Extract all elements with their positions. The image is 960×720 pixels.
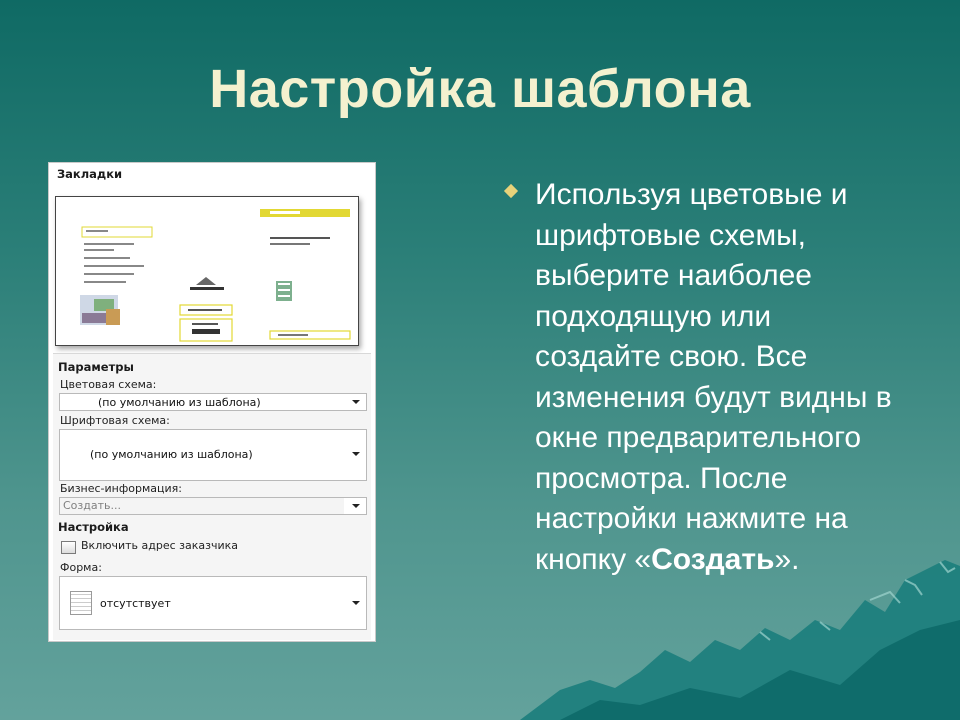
business-info-dropdown[interactable]: Создать... — [59, 497, 367, 515]
slide-title: Настройка шаблона — [209, 59, 751, 119]
chevron-down-icon — [352, 504, 360, 508]
bullet-text-before: Используя цветовые и шрифтовые схемы, вы… — [535, 178, 892, 576]
business-info-label: Бизнес-информация: — [60, 482, 182, 495]
chevron-down-icon — [352, 601, 360, 605]
preview-graphic — [80, 209, 351, 342]
bullet-bold-word: Создать — [651, 542, 775, 576]
form-label: Форма: — [60, 561, 102, 574]
font-scheme-label: Шрифтовая схема: — [60, 414, 170, 427]
include-address-checkbox[interactable] — [61, 541, 76, 554]
template-preview[interactable] — [55, 196, 359, 346]
form-dropdown[interactable]: отсутствует — [59, 576, 367, 630]
color-scheme-value: (по умолчанию из шаблона) — [98, 396, 261, 409]
color-scheme-label: Цветовая схема: — [60, 378, 157, 391]
params-heading: Параметры — [58, 360, 134, 374]
form-grid-icon — [70, 591, 92, 615]
color-scheme-dropdown[interactable]: (по умолчанию из шаблона) — [59, 393, 367, 411]
bullet-diamond-icon — [503, 183, 519, 199]
font-scheme-value: (по умолчанию из шаблона) — [90, 448, 253, 461]
form-value: отсутствует — [100, 597, 171, 610]
business-info-highlight — [60, 498, 344, 514]
bookmarks-heading: Закладки — [57, 167, 123, 181]
bullet-text-after: ». — [774, 542, 800, 576]
chevron-down-icon — [352, 400, 360, 404]
chevron-down-icon — [352, 452, 360, 456]
bullet-text: Используя цветовые и шрифтовые схемы, вы… — [535, 175, 895, 580]
settings-heading: Настройка — [58, 520, 129, 534]
include-address-label: Включить адрес заказчика — [81, 539, 239, 552]
font-scheme-dropdown[interactable]: (по умолчанию из шаблона) — [59, 429, 367, 481]
parameters-section: Параметры Цветовая схема: (по умолчанию … — [53, 353, 371, 640]
template-settings-panel: Закладки Параметры Цветовая схема: (по у… — [48, 162, 376, 642]
